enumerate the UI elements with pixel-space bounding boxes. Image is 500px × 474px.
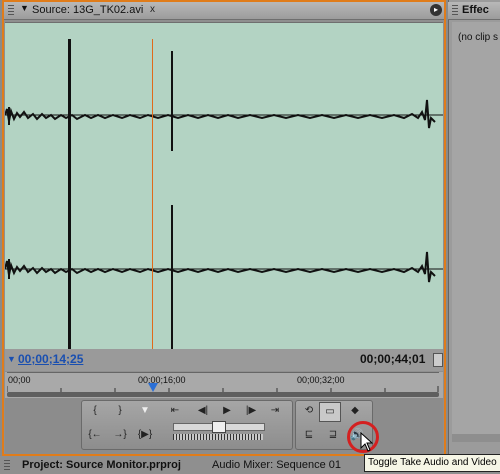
ruler-tick-label: 00;00;16;00: [138, 375, 186, 385]
panel-grip[interactable]: [452, 5, 458, 16]
ruler-tick-label: 00;00: [8, 375, 31, 385]
time-ruler[interactable]: 00;00 00;00;16;00 00;00;32;00: [5, 372, 443, 398]
output-button[interactable]: ◆: [345, 402, 365, 420]
play-in-to-out-button[interactable]: {▶}: [135, 426, 155, 444]
panel-menu-icon[interactable]: ▸: [430, 4, 442, 16]
source-tab-bar: ▼ Source: 13G_TK02.avi x ▸: [4, 2, 444, 20]
tooltip: Toggle Take Audio and Video: [364, 454, 500, 472]
timecode-bar: ▼ 00;00;14;25 00;00;44;01: [5, 349, 443, 371]
zoom-scroll-bar[interactable]: [7, 392, 439, 397]
panel-grip[interactable]: [8, 5, 14, 16]
tab-audio-mixer[interactable]: Audio Mixer: Sequence 01: [212, 459, 341, 471]
tab-effect-controls[interactable]: Effec: [462, 4, 489, 16]
playhead-icon[interactable]: [148, 383, 158, 392]
goto-in-button[interactable]: {←: [85, 426, 105, 444]
effects-timebar[interactable]: [452, 434, 500, 442]
waveform-graphic: [5, 39, 443, 349]
mark-in-button[interactable]: {: [85, 402, 105, 420]
effects-tab-bar: Effec: [448, 2, 500, 20]
mark-out-button[interactable]: }: [110, 402, 130, 420]
loop-button[interactable]: ⟲: [299, 402, 319, 420]
step-forward-button[interactable]: |▶: [241, 402, 261, 420]
view-zoom-icon[interactable]: [433, 353, 443, 367]
tab-project[interactable]: Project: Source Monitor.prproj: [22, 459, 181, 471]
shuttle-out-button[interactable]: ⇥: [265, 402, 285, 420]
close-icon[interactable]: x: [150, 4, 155, 15]
set-marker-button[interactable]: ▼: [135, 402, 155, 420]
no-clip-message: (no clip s: [458, 32, 499, 43]
panel-grip[interactable]: [4, 460, 10, 471]
mouse-cursor-icon: [360, 432, 374, 452]
shuttle-in-button[interactable]: ⇤: [165, 402, 185, 420]
ruler-tick-label: 00;00;32;00: [297, 375, 345, 385]
overlay-button[interactable]: ⊒: [323, 426, 343, 444]
transport-controls: { } ▼ ⇤ ◀| ▶ |▶ ⇥ {← →} {▶} ⟲ ▭ ◆ ⊑ ⊒ 🔊: [5, 398, 443, 454]
play-button[interactable]: ▶: [217, 402, 237, 420]
timecode-arrow-icon: ▼: [7, 354, 16, 364]
audio-waveform-display[interactable]: [5, 22, 443, 349]
tab-dropdown-icon[interactable]: ▼: [20, 3, 29, 13]
goto-out-button[interactable]: →}: [110, 426, 130, 444]
jog-wheel[interactable]: [173, 434, 263, 440]
step-back-button[interactable]: ◀|: [193, 402, 213, 420]
effects-body: (no clip s: [452, 22, 500, 442]
safe-margins-button[interactable]: ▭: [319, 402, 341, 422]
current-timecode[interactable]: 00;00;14;25: [18, 352, 83, 366]
tab-source[interactable]: Source: 13G_TK02.avi: [32, 4, 143, 16]
duration-timecode: 00;00;44;01: [360, 352, 426, 366]
shuttle-slider-handle[interactable]: [212, 421, 226, 433]
insert-button[interactable]: ⊑: [299, 426, 319, 444]
